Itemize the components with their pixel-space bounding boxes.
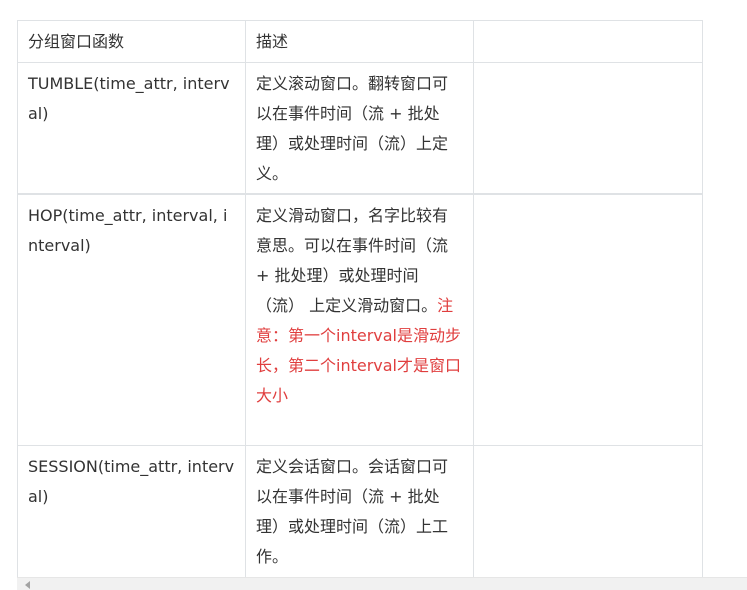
header-cell-function[interactable]: 分组窗口函数 (17, 20, 246, 63)
function-cell[interactable]: HOP(time_attr, interval, interval) (17, 192, 246, 446)
description-cell[interactable]: 定义滑动窗口，名字比较有意思。可以在事件时间（流 + 批处理）或处理时间（流） … (245, 192, 474, 446)
horizontal-scrollbar[interactable] (17, 577, 747, 590)
header-cell-extra[interactable] (473, 20, 703, 63)
extra-cell[interactable] (473, 192, 703, 446)
table-header-row: 分组窗口函数 描述 (17, 20, 703, 63)
description-text: 定义会话窗口。会话窗口可以在事件时间（流 + 批处理）或处理时间（流）上工作。 (256, 457, 449, 566)
window-functions-table: 分组窗口函数 描述 TUMBLE(time_attr, interval) 定义… (17, 20, 703, 578)
extra-cell[interactable] (473, 62, 703, 194)
function-cell[interactable]: SESSION(time_attr, interval) (17, 445, 246, 578)
function-cell[interactable]: TUMBLE(time_attr, interval) (17, 62, 246, 194)
table-row: TUMBLE(time_attr, interval) 定义滚动窗口。翻转窗口可… (17, 62, 703, 194)
description-text: 定义滑动窗口，名字比较有意思。可以在事件时间（流 + 批处理）或处理时间（流） … (256, 205, 449, 315)
table-row: HOP(time_attr, interval, interval) 定义滑动窗… (17, 192, 703, 446)
table-row: SESSION(time_attr, interval) 定义会话窗口。会话窗口… (17, 445, 703, 578)
description-text: 定义滚动窗口。翻转窗口可以在事件时间（流 + 批处理）或处理时间（流）上定义。 (256, 74, 449, 183)
scroll-left-arrow-icon[interactable] (25, 581, 30, 589)
description-cell[interactable]: 定义滚动窗口。翻转窗口可以在事件时间（流 + 批处理）或处理时间（流）上定义。 (245, 62, 474, 194)
header-cell-description[interactable]: 描述 (245, 20, 474, 63)
extra-cell[interactable] (473, 445, 703, 578)
description-cell[interactable]: 定义会话窗口。会话窗口可以在事件时间（流 + 批处理）或处理时间（流）上工作。 (245, 445, 474, 578)
